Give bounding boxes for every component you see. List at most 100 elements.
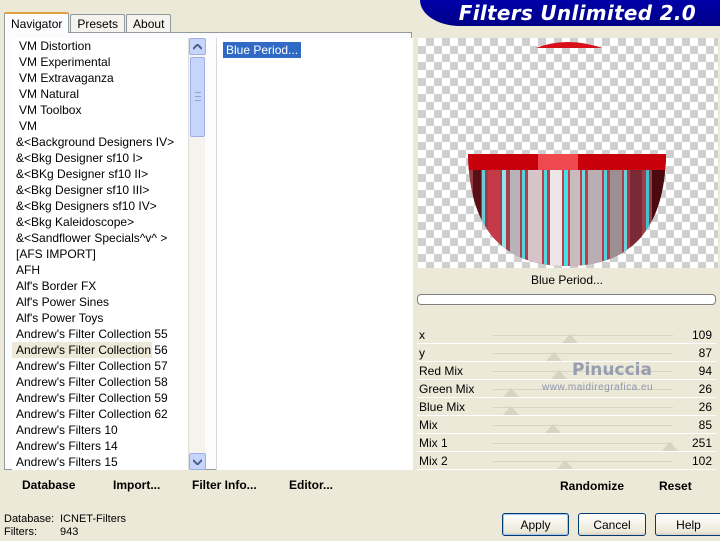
category-list-item[interactable]: Alf's Border FX [12,278,192,294]
param-slider-thumb[interactable] [557,460,573,469]
filter-item-blue-period[interactable]: Blue Period... [223,42,302,58]
database-button[interactable]: Database [22,478,75,492]
param-value: 102 [691,454,712,468]
category-list-item[interactable]: Andrew's Filter Collection 59 [12,390,192,406]
param-slider-track[interactable] [493,425,673,426]
param-value: 251 [691,436,712,450]
preview-canvas[interactable] [418,38,718,268]
parameter-button-bar: Randomize Reset [417,470,718,500]
category-list-item[interactable]: Andrew's Filters 15 [12,454,192,470]
param-value: 26 [698,382,712,396]
filters-count-value: 943 [60,526,79,538]
param-slider-thumb[interactable] [546,352,563,361]
param-label: Mix 2 [419,454,448,468]
category-list-item[interactable]: &<BKg Designer sf10 II> [12,166,192,182]
apply-button[interactable]: Apply [502,513,569,536]
app-title: Filters Unlimited 2.0 [458,1,696,25]
param-slider-thumb[interactable] [662,442,679,451]
chevron-down-icon [193,458,202,465]
param-label: x [419,328,425,342]
category-list-item[interactable]: Andrew's Filters 14 [12,438,192,454]
param-label: y [419,346,425,360]
param-slider-thumb[interactable] [561,334,578,343]
filters-count-label: Filters: [4,526,37,538]
param-row[interactable]: Red Mix 94 [417,362,716,380]
editor-button[interactable]: Editor... [289,478,333,492]
category-list-item[interactable]: Alf's Power Sines [12,294,192,310]
param-row[interactable]: Mix 2 102 [417,452,716,470]
category-list-item[interactable]: Alf's Power Toys [12,310,192,326]
param-label: Red Mix [419,364,464,378]
category-list-item[interactable]: [AFS IMPORT] [12,246,192,262]
category-list-item[interactable]: Andrew's Filters 10 [12,422,192,438]
scroll-down-button[interactable] [189,453,206,470]
param-value: 94 [698,364,712,378]
database-label: Database: [4,513,55,525]
tab-presets[interactable]: Presets [70,14,126,32]
progress-bar [417,294,716,305]
param-value: 85 [698,418,712,432]
watermark-name: Pinuccia [572,360,652,380]
param-value: 87 [698,346,712,360]
tab-navigator[interactable]: Navigator [4,12,70,33]
import-button[interactable]: Import... [113,478,160,492]
param-row[interactable]: x 109 [417,326,716,344]
category-list-item[interactable]: Andrew's Filter Collection 62 [12,406,192,422]
category-list[interactable]: VM Distortion VM Experimental VM Extravaga… [12,38,192,470]
tab-about[interactable]: About [126,14,172,32]
scroll-thumb[interactable] [190,57,205,137]
category-list-item[interactable]: &<Bkg Designer sf10 I> [12,150,192,166]
param-slider-track[interactable] [493,461,673,462]
param-value: 26 [698,400,712,414]
tab-strip: Navigator Presets About [4,12,172,33]
param-slider-track[interactable] [493,353,673,354]
param-slider-track[interactable] [493,335,673,336]
param-row[interactable]: Mix 85 [417,416,716,434]
scroll-up-button[interactable] [189,38,206,55]
param-slider-thumb[interactable] [545,424,561,433]
param-slider-track[interactable] [493,443,673,444]
param-row[interactable]: y 87 [417,344,716,362]
param-label: Mix 1 [419,436,448,450]
category-list-item[interactable]: &<Bkg Kaleidoscope> [12,214,192,230]
param-label: Blue Mix [419,400,466,414]
category-list-item[interactable]: Andrew's Filter Collection 58 [12,374,192,390]
category-list-item[interactable]: VM Natural [12,86,192,102]
category-list-item[interactable]: Andrew's Filter Collection 57 [12,358,192,374]
navigator-panel: VM Distortion VM Experimental VM Extravaga… [4,32,413,470]
database-info: Database: ICNET-Filters Filters: 943 [4,513,126,539]
database-value: ICNET-Filters [60,513,126,525]
param-label: Mix [419,418,438,432]
param-row[interactable]: Blue Mix 26 [417,398,716,416]
param-slider-thumb[interactable] [503,388,520,397]
reset-button[interactable]: Reset [659,479,692,493]
help-button[interactable]: Help [655,513,720,536]
category-list-item[interactable]: VM Extravaganza [12,70,192,86]
active-filter-name: Blue Period... [530,273,604,287]
category-list-item[interactable]: VM [12,118,192,134]
category-list-item[interactable]: Andrew's Filter Collection 56 [12,342,168,358]
category-list-item[interactable]: Andrew's Filter Collection 55 [12,326,192,342]
category-list-item[interactable]: VM Toolbox [12,102,192,118]
category-scrollbar[interactable] [188,38,206,470]
param-slider-track[interactable] [493,407,673,408]
param-slider-thumb[interactable] [503,406,520,415]
category-list-item[interactable]: VM Experimental [12,54,192,70]
randomize-button[interactable]: Randomize [560,479,624,493]
cancel-button[interactable]: Cancel [578,513,646,536]
grip-icon [195,92,201,101]
watermark-url: www.maidiregrafica.eu [542,382,654,393]
param-row[interactable]: Mix 1 251 [417,434,716,452]
category-list-item[interactable]: AFH [12,262,192,278]
category-list-item[interactable]: &<Background Designers IV> [12,134,192,150]
category-list-item[interactable]: &<Bkg Designer sf10 III> [12,182,192,198]
header-banner: Filters Unlimited 2.0 [420,0,720,26]
param-slider-thumb[interactable] [551,370,568,379]
parameter-sliders: x 109 y 87 Red Mix 94 Green Mix 26 Blue Mix 26 Mix… [417,326,716,470]
category-list-item[interactable]: &<Bkg Designers sf10 IV> [12,198,192,214]
filter-info-button[interactable]: Filter Info... [192,478,257,492]
category-list-item[interactable]: VM Distortion [12,38,192,54]
category-list-item[interactable]: &<Sandflower Specials^v^ > [12,230,192,246]
chevron-up-icon [193,43,202,50]
filter-list[interactable]: Blue Period... [216,38,413,470]
